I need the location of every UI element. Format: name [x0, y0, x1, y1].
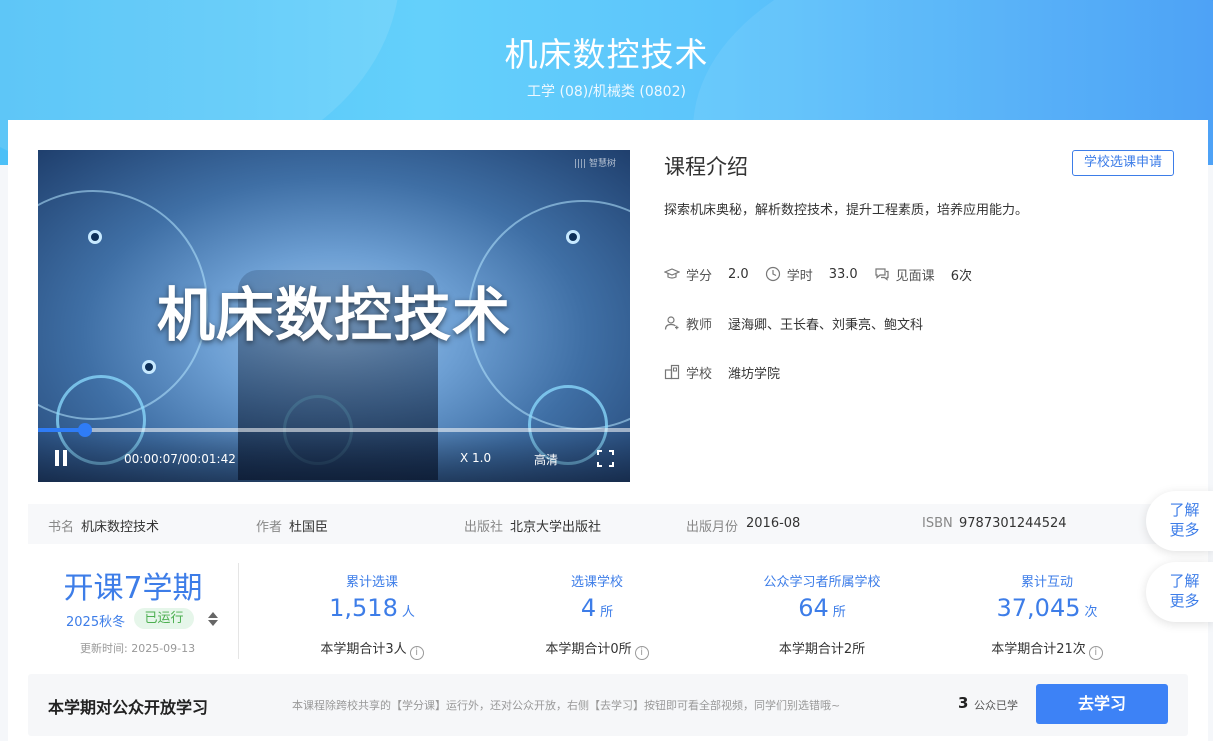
school-row: 学校 潍坊学院 — [664, 362, 790, 382]
chat-icon — [875, 268, 889, 281]
learn-more-line: 了解 — [1169, 501, 1200, 519]
book-author-label: 作者 — [256, 520, 283, 535]
stat-sub: 本学期合计21次 — [991, 642, 1086, 657]
current-term: 2025秋冬 — [66, 615, 126, 630]
learn-more-line: 了解 — [1169, 572, 1200, 590]
pause-icon[interactable] — [55, 450, 69, 466]
school-label: 学校 — [686, 366, 713, 382]
teacher-label: 教师 — [686, 317, 713, 333]
teacher-row: 教师 逯海卿、王长春、刘秉亮、鲍文科 — [664, 313, 933, 333]
stat-value: 64 — [798, 594, 829, 622]
school-name[interactable]: 潍坊学院 — [728, 363, 780, 382]
video-player[interactable]: |||| 智慧树 机床数控技术 00:00:07/00:01:42 X 1.0 … — [38, 150, 630, 482]
info-icon[interactable]: i — [409, 646, 424, 660]
textbook-info: 书名 机床数控技术 作者 杜国臣 出版社 北京大学出版社 出版月份 2016-0… — [28, 504, 1188, 544]
course-meta-row: 学分 2.0 学时 33.0 见面课 6次 — [664, 264, 982, 284]
status-badge: 已运行 — [134, 608, 194, 629]
book-name-label: 书名 — [48, 520, 75, 535]
intro-description: 探索机床奥秘，解析数控技术，提升工程素质，培养应用能力。 — [664, 203, 1029, 218]
book-name: 机床数控技术 — [81, 520, 160, 535]
book-date: 2016-08 — [746, 516, 801, 531]
stat-label: 累计选课 — [345, 575, 398, 590]
stat-value: 4 — [580, 594, 597, 622]
credit-label: 学分 — [686, 268, 713, 284]
public-learner-label: 公众已学 — [974, 699, 1018, 712]
video-watermark: |||| 智慧树 — [574, 159, 616, 169]
course-stats: 开课7学期 2025秋冬 已运行 更新时间: 2025-09-13 累计选课 1… — [28, 553, 1188, 663]
decor-dot — [88, 230, 102, 244]
stat-unit: 所 — [832, 605, 846, 620]
stat-value: 37,045 — [996, 594, 1081, 622]
stat-sub-wrap: 本学期合计3人 i — [272, 638, 472, 660]
meet-label: 见面课 — [895, 268, 935, 284]
graduation-cap-icon — [664, 268, 680, 279]
term-count: 开课7学期 — [63, 571, 203, 606]
decor-dot — [566, 230, 580, 244]
stat-value: 1,518 — [329, 594, 398, 622]
term-switch-icon[interactable] — [208, 611, 218, 627]
video-progress-bar[interactable] — [38, 423, 630, 437]
update-time: 更新时间: 2025-09-13 — [80, 642, 196, 655]
course-category: 工学 (08)/机械类 (0802) — [527, 84, 686, 100]
video-time: 00:00:07/00:01:42 — [124, 452, 236, 466]
credit-value: 2.0 — [728, 266, 749, 282]
book-isbn-label: ISBN — [922, 516, 953, 531]
stat-unit: 所 — [600, 605, 614, 620]
learn-more-line: 更多 — [1169, 521, 1200, 539]
stat-label: 公众学习者所属学校 — [763, 575, 881, 590]
book-publisher-label: 出版社 — [464, 520, 504, 535]
building-icon — [664, 364, 680, 380]
learn-more-button[interactable]: 了解 更多 — [1146, 562, 1213, 622]
hours-value: 33.0 — [828, 266, 858, 282]
stat-sub-wrap: 本学期合计21次 i — [947, 638, 1147, 660]
book-author: 杜国臣 — [289, 520, 329, 535]
divider — [238, 563, 239, 659]
stat-unit: 人 — [401, 605, 415, 620]
stat-sub: 本学期合计0所 — [545, 642, 632, 657]
book-publisher: 北京大学出版社 — [510, 520, 602, 535]
stat-unit: 次 — [1084, 605, 1098, 620]
quality-selector[interactable]: 高清 — [534, 451, 558, 468]
learn-more-button[interactable]: 了解 更多 — [1146, 491, 1213, 551]
meet-value: 6次 — [950, 268, 972, 284]
stat-label: 累计互动 — [1020, 575, 1073, 590]
learn-more-line: 更多 — [1169, 592, 1200, 610]
stat-value-wrap: 37,045 次 — [947, 594, 1147, 622]
info-icon[interactable]: i — [1088, 646, 1103, 660]
fullscreen-icon[interactable] — [597, 450, 614, 467]
course-title: 机床数控技术 — [504, 35, 709, 74]
school-apply-button[interactable]: 学校选课申请 — [1072, 150, 1174, 176]
video-overlay-title: 机床数控技术 — [156, 281, 511, 349]
book-date-label: 出版月份 — [686, 520, 739, 535]
playback-speed[interactable]: X 1.0 — [460, 451, 491, 465]
go-study-button[interactable]: 去学习 — [1036, 684, 1168, 724]
stat-label: 选课学校 — [570, 575, 623, 590]
decor-dot — [142, 360, 156, 374]
public-learner-count: 3 — [958, 694, 969, 712]
hours-label: 学时 — [786, 268, 813, 284]
public-study-title: 本学期对公众开放学习 — [48, 698, 209, 717]
info-icon[interactable]: i — [634, 646, 649, 660]
clock-icon — [765, 266, 780, 282]
stat-value-wrap: 64 所 — [722, 594, 922, 622]
public-study-note: 本课程除跨校共享的【学分课】运行外，还对公众开放，右侧【去学习】按钮即可看全部视… — [292, 699, 841, 712]
user-icon — [664, 316, 679, 330]
stat-value-wrap: 1,518 人 — [272, 594, 472, 622]
stat-sub-wrap: 本学期合计0所 i — [497, 638, 697, 660]
public-study-bar: 本学期对公众开放学习 本课程除跨校共享的【学分课】运行外，还对公众开放，右侧【去… — [28, 674, 1188, 736]
stat-value-wrap: 4所 — [497, 594, 697, 622]
stat-sub: 本学期合计2所 — [778, 642, 866, 657]
intro-heading: 课程介绍 — [664, 155, 748, 179]
stat-sub: 本学期合计3人 — [320, 642, 407, 657]
teacher-names[interactable]: 逯海卿、王长春、刘秉亮、鲍文科 — [728, 314, 923, 333]
book-isbn: 9787301244524 — [959, 516, 1067, 531]
